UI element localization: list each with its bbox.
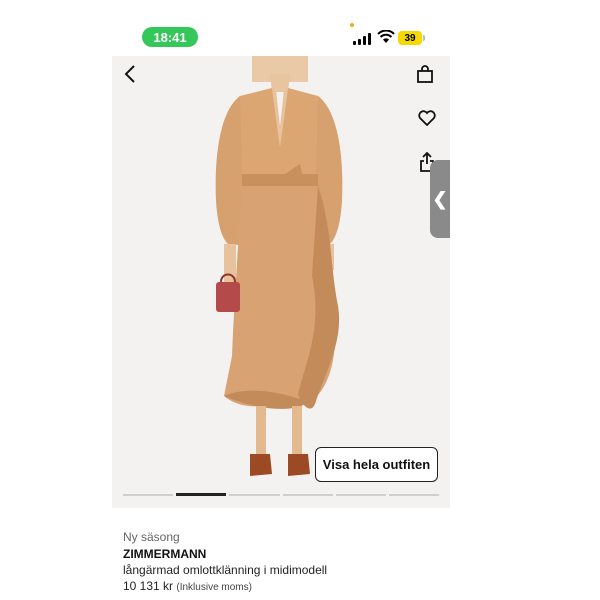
- new-season-label: Ny säsong: [123, 530, 180, 544]
- pager-dot[interactable]: [335, 494, 386, 496]
- back-button[interactable]: [118, 62, 142, 86]
- brand-name[interactable]: ZIMMERMANN: [123, 546, 443, 562]
- pager-dot[interactable]: [282, 494, 333, 496]
- app-screen: 18:41 39 ❮ Visa hela outfiten Ny säsong …: [0, 0, 600, 600]
- chevron-left-icon: ❮: [432, 188, 448, 209]
- pager-dot[interactable]: [123, 494, 174, 496]
- product-info: Ny säsong ZIMMERMANN långärmad omlottklä…: [123, 529, 443, 596]
- battery-cap: [423, 35, 425, 41]
- chevron-left-icon: [124, 65, 135, 83]
- privacy-indicator-icon: [350, 23, 354, 27]
- side-panel-toggle[interactable]: ❮: [430, 160, 450, 238]
- dress-photo: [215, 56, 343, 476]
- pager-dot[interactable]: [229, 494, 280, 496]
- price-note: (Inklusive moms): [176, 582, 252, 593]
- wishlist-button[interactable]: [415, 106, 439, 130]
- product-name: långärmad omlottklänning i midimodell: [123, 563, 328, 577]
- image-pager: [123, 493, 440, 496]
- heart-icon: [418, 110, 436, 126]
- shopping-bag-icon: [417, 65, 433, 83]
- price: 10 131 kr: [123, 579, 174, 593]
- view-full-outfit-button[interactable]: Visa hela outfiten: [315, 447, 438, 482]
- signal-icon: [353, 33, 373, 45]
- status-time: 18:41: [142, 27, 198, 47]
- pager-dot[interactable]: [388, 494, 440, 496]
- price-row: 10 131 kr (Inklusive moms): [123, 578, 443, 596]
- shopping-bag-button[interactable]: [413, 62, 437, 86]
- wifi-icon: [377, 30, 395, 43]
- battery-icon: 39: [398, 31, 422, 45]
- pager-dot-active[interactable]: [176, 493, 227, 496]
- product-image-gallery[interactable]: [112, 56, 450, 508]
